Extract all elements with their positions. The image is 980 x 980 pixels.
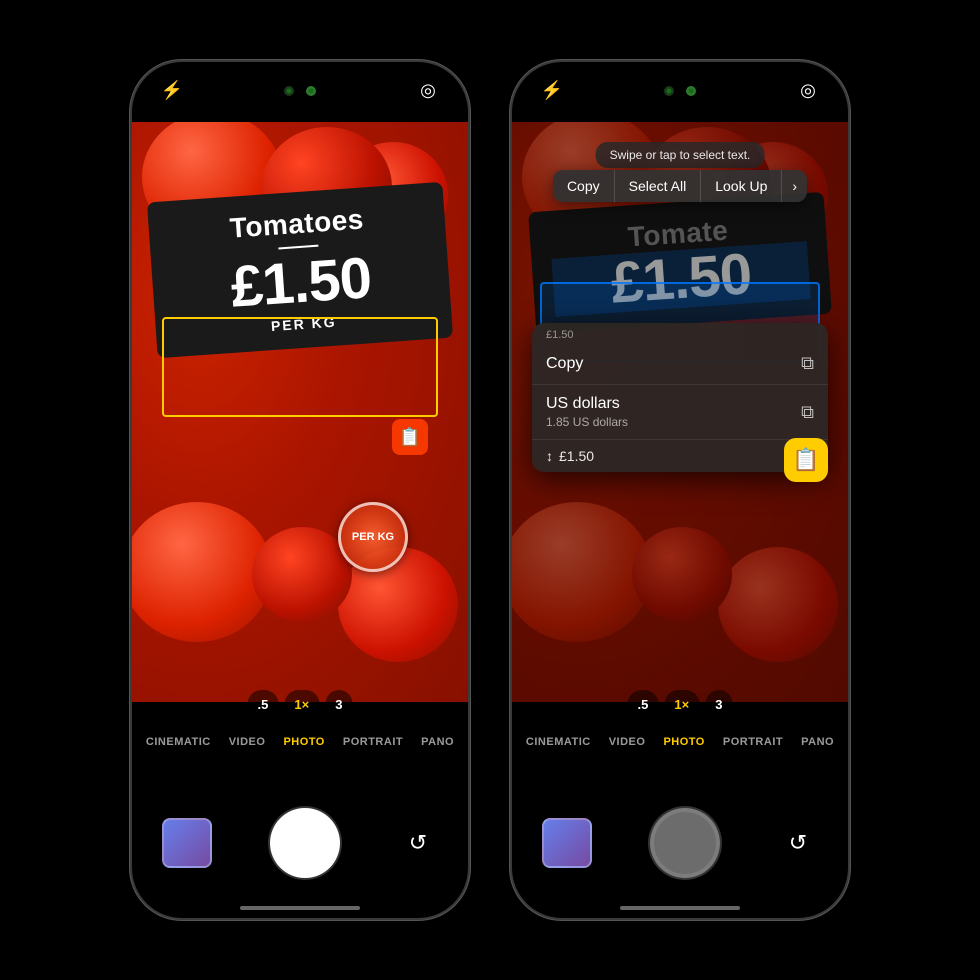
camera-indicator-2: [664, 86, 674, 96]
dynamic-island-1: [240, 74, 360, 108]
copy-menu-item[interactable]: Copy: [553, 170, 615, 202]
zoom-3-btn[interactable]: 3: [325, 690, 352, 718]
camera-modes-2: CINEMATIC VIDEO PHOTO PORTRAIT PANO: [512, 736, 848, 748]
popup-header: £1.50: [532, 323, 828, 343]
shutter-button-1[interactable]: [270, 808, 340, 878]
phone-2: ⚡ ⌃ ◎ Tomate £1.50: [510, 60, 850, 920]
price-sign-1: Tomatoes £1.50 PER KG: [147, 182, 453, 358]
look-up-menu-item[interactable]: Look Up: [701, 170, 782, 202]
mode-pano-2[interactable]: PANO: [801, 736, 834, 748]
popup-convert-text: £1.50: [559, 448, 594, 464]
home-indicator-2: [620, 906, 740, 910]
dynamic-island-2: [620, 74, 740, 108]
flip-camera-icon-1[interactable]: ↺: [398, 823, 438, 863]
select-all-menu-item[interactable]: Select All: [615, 170, 702, 202]
flip-camera-icon-2[interactable]: ↺: [778, 823, 818, 863]
magnifier-1: PER KG: [338, 502, 408, 572]
zoom-1x-btn[interactable]: 1×: [284, 690, 319, 718]
viewfinder-1: Tomatoes £1.50 PER KG 📋 PER KG: [132, 122, 468, 702]
zoom-controls-2: .5 1× 3: [628, 690, 733, 718]
flash-icon-2[interactable]: ⚡: [536, 74, 568, 106]
popup-copy-row[interactable]: Copy ⧉: [532, 343, 828, 385]
camera-bottom-2: ↺: [512, 808, 848, 878]
camera-bottom-1: ↺: [132, 808, 468, 878]
zoom-controls-1: .5 1× 3: [248, 690, 353, 718]
flash-icon[interactable]: ⚡: [156, 74, 188, 106]
selection-menu-bar: Copy Select All Look Up ›: [553, 170, 807, 202]
photo-thumbnail-2[interactable]: [542, 818, 592, 868]
popup-usd-sub: 1.85 US dollars: [546, 415, 628, 429]
live-text-badge[interactable]: 📋: [784, 438, 828, 482]
mode-portrait-1[interactable]: PORTRAIT: [343, 736, 403, 748]
tomato-6: [252, 527, 352, 622]
mode-video-1[interactable]: VIDEO: [229, 736, 266, 748]
live-photo-icon[interactable]: ◎: [412, 74, 444, 106]
more-menu-item[interactable]: ›: [782, 170, 807, 202]
zoom-1x-btn-2[interactable]: 1×: [664, 690, 699, 718]
popup-copy-label: Copy: [546, 355, 583, 373]
mode-cinematic-1[interactable]: CINEMATIC: [146, 736, 211, 748]
zoom-05-btn-2[interactable]: .5: [628, 690, 659, 718]
mic-indicator-1: [306, 86, 316, 96]
mode-pano-1[interactable]: PANO: [421, 736, 454, 748]
popup-usd-row[interactable]: US dollars 1.85 US dollars ⧉: [532, 385, 828, 440]
camera-feed-2: Tomate £1.50 Swipe or tap to select text…: [512, 122, 848, 702]
shutter-button-2[interactable]: [650, 808, 720, 878]
tomato-4: [132, 502, 272, 642]
zoom-3-btn-2[interactable]: 3: [705, 690, 732, 718]
mode-portrait-2[interactable]: PORTRAIT: [723, 736, 783, 748]
camera-indicator-1: [284, 86, 294, 96]
popup-convert-icon: ↕: [546, 448, 553, 464]
popup-copy-icon: ⧉: [801, 353, 814, 374]
zoom-05-btn[interactable]: .5: [248, 690, 279, 718]
home-indicator-1: [240, 906, 360, 910]
mode-photo-2[interactable]: PHOTO: [663, 736, 704, 748]
swipe-hint: Swipe or tap to select text.: [596, 142, 765, 168]
mode-cinematic-2[interactable]: CINEMATIC: [526, 736, 591, 748]
popup-usd-label: US dollars: [546, 395, 628, 413]
photo-thumbnail-1[interactable]: [162, 818, 212, 868]
viewfinder-2: Tomate £1.50 Swipe or tap to select text…: [512, 122, 848, 702]
mic-indicator-2: [686, 86, 696, 96]
camera-modes-1: CINEMATIC VIDEO PHOTO PORTRAIT PANO: [132, 736, 468, 748]
mode-video-2[interactable]: VIDEO: [609, 736, 646, 748]
mode-photo-1[interactable]: PHOTO: [283, 736, 324, 748]
sign-title-1: Tomatoes: [168, 199, 426, 249]
live-photo-icon-2[interactable]: ◎: [792, 74, 824, 106]
camera-feed-1: Tomatoes £1.50 PER KG 📋 PER KG: [132, 122, 468, 702]
phone-1: ⚡ ⌃ ◎ Tomatoes £1.50: [130, 60, 470, 920]
popup-usd-icon: ⧉: [801, 402, 814, 423]
